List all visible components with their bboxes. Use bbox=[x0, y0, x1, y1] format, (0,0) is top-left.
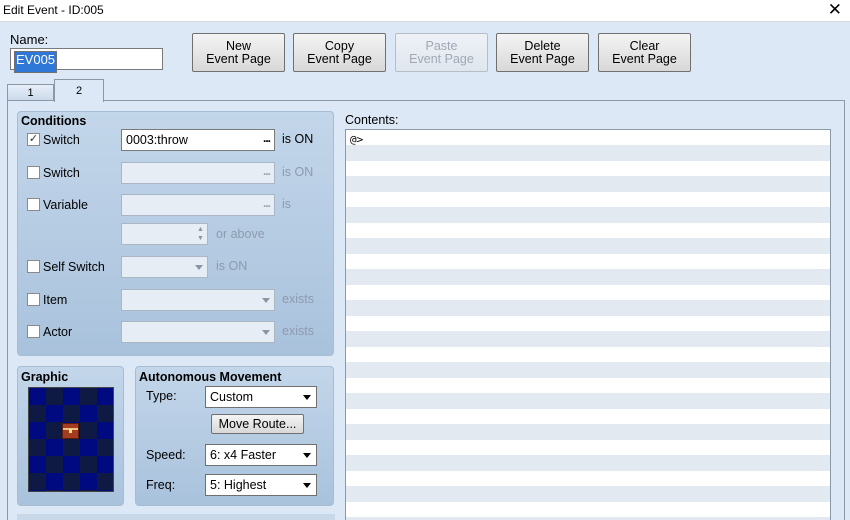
switch1-value: 0003:throw bbox=[126, 133, 188, 147]
conditions-title: Conditions bbox=[21, 114, 87, 128]
new-event-page-button[interactable]: New Event Page bbox=[192, 33, 285, 72]
switch1-field[interactable]: 0003:throw ... bbox=[121, 129, 275, 151]
variable-or-above: or above bbox=[216, 227, 265, 241]
switch1-label: Switch bbox=[43, 133, 80, 147]
self-switch-checkbox[interactable] bbox=[27, 260, 40, 273]
contents-list[interactable]: @> bbox=[345, 129, 831, 520]
item-select[interactable] bbox=[121, 289, 275, 311]
title-bar: Edit Event - ID:005 ✕ bbox=[0, 0, 850, 22]
actor-label: Actor bbox=[43, 325, 73, 339]
ellipsis-icon: ... bbox=[262, 131, 271, 145]
variable-checkbox[interactable] bbox=[27, 198, 40, 211]
chevron-down-icon bbox=[303, 395, 311, 400]
self-switch-label: Self Switch bbox=[43, 260, 105, 274]
spinner-arrows-icon: ▲ ▼ bbox=[197, 226, 204, 242]
graphic-preview[interactable] bbox=[28, 387, 114, 492]
freq-label: Freq: bbox=[146, 478, 176, 492]
chevron-down-icon bbox=[303, 453, 311, 458]
actor-select[interactable] bbox=[121, 321, 275, 343]
switch2-checkbox[interactable] bbox=[27, 166, 40, 179]
contents-label: Contents: bbox=[345, 113, 399, 127]
clear-event-page-button[interactable]: Clear Event Page bbox=[598, 33, 691, 72]
speed-select[interactable]: 6: x4 Faster bbox=[205, 444, 317, 466]
autonomous-movement-title: Autonomous Movement bbox=[139, 370, 282, 384]
freq-select[interactable]: 5: Highest bbox=[205, 474, 317, 496]
ellipsis-icon: ... bbox=[262, 164, 271, 178]
type-label: Type: bbox=[146, 389, 177, 403]
self-switch-after: is ON bbox=[216, 259, 248, 273]
variable-value-stepper[interactable]: ▲ ▼ bbox=[121, 223, 208, 245]
copy-event-page-button[interactable]: Copy Event Page bbox=[293, 33, 386, 72]
name-value: EV005 bbox=[14, 51, 58, 73]
chevron-down-icon bbox=[303, 483, 311, 488]
item-after: exists bbox=[282, 292, 314, 306]
tab-page-2[interactable]: 2 bbox=[54, 79, 104, 102]
close-icon[interactable]: ✕ bbox=[828, 0, 842, 20]
chevron-down-icon bbox=[262, 298, 270, 303]
speed-label: Speed: bbox=[146, 448, 186, 462]
variable-field[interactable]: ... bbox=[121, 194, 275, 216]
chevron-down-icon bbox=[262, 330, 270, 335]
name-label: Name: bbox=[10, 32, 49, 47]
actor-checkbox[interactable] bbox=[27, 325, 40, 338]
variable-after: is bbox=[282, 197, 292, 211]
delete-event-page-button[interactable]: Delete Event Page bbox=[496, 33, 589, 72]
switch2-field[interactable]: ... bbox=[121, 162, 275, 184]
switch2-after: is ON bbox=[282, 165, 314, 179]
type-select[interactable]: Custom bbox=[205, 386, 317, 408]
switch1-checkbox[interactable]: ✓ bbox=[27, 133, 40, 146]
actor-after: exists bbox=[282, 324, 314, 338]
item-label: Item bbox=[43, 293, 68, 307]
move-route-button[interactable]: Move Route... bbox=[211, 414, 304, 434]
item-checkbox[interactable] bbox=[27, 293, 40, 306]
ellipsis-icon: ... bbox=[262, 196, 271, 210]
variable-label: Variable bbox=[43, 198, 88, 212]
contents-line[interactable]: @> bbox=[350, 133, 363, 146]
self-switch-select[interactable] bbox=[121, 256, 208, 278]
switch2-label: Switch bbox=[43, 166, 80, 180]
switch1-after: is ON bbox=[282, 132, 314, 146]
chevron-down-icon bbox=[195, 265, 203, 270]
paste-event-page-button[interactable]: Paste Event Page bbox=[395, 33, 488, 72]
graphic-title: Graphic bbox=[21, 370, 69, 384]
name-input[interactable]: EV005 bbox=[10, 48, 163, 73]
next-group-edge bbox=[17, 514, 335, 520]
treasure-chest-icon bbox=[62, 423, 79, 439]
window-title: Edit Event - ID:005 bbox=[3, 3, 104, 17]
